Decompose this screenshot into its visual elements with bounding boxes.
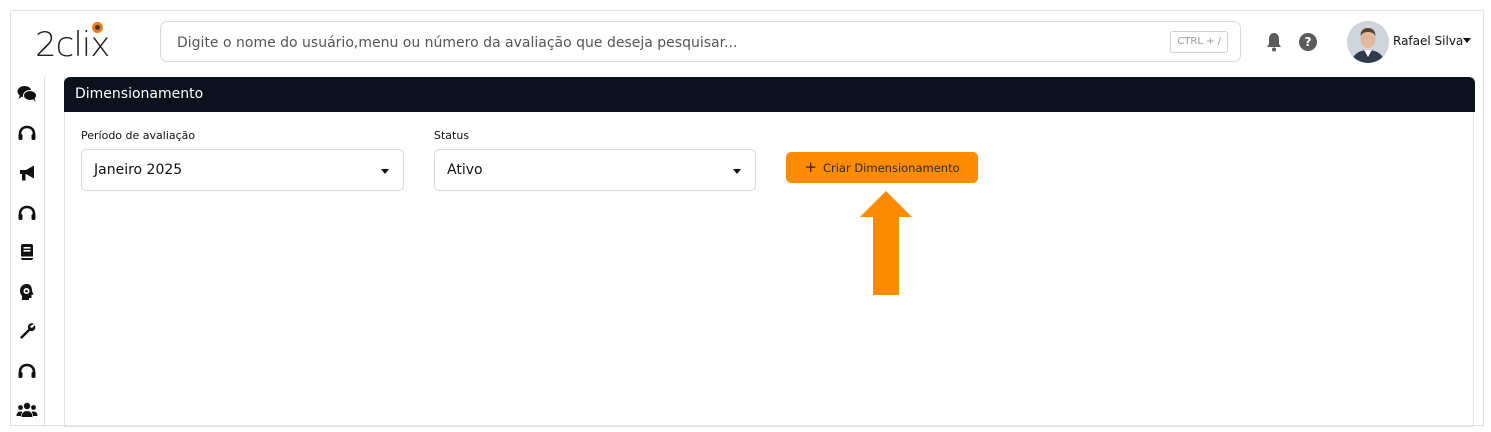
status-select[interactable]: Ativo [434, 149, 756, 191]
main-panel: Dimensionamento Período de avaliação Jan… [64, 77, 1475, 427]
status-label: Status [434, 129, 470, 142]
headphones-icon[interactable] [16, 202, 38, 224]
user-menu-caret-icon[interactable] [1463, 38, 1471, 43]
help-icon[interactable]: ? [1299, 33, 1317, 51]
book-icon[interactable] [16, 241, 38, 263]
period-select-value: Janeiro 2025 [94, 162, 183, 178]
create-dimensionamento-button[interactable]: + Criar Dimensionamento [786, 152, 978, 183]
create-button-label: Criar Dimensionamento [822, 160, 960, 175]
orange-arrow-annotation [860, 191, 912, 295]
avatar[interactable] [1347, 21, 1389, 63]
app-window: 2clix CTRL + / ? Rafael Silva [10, 10, 1484, 427]
notification-bell-icon[interactable] [1264, 31, 1284, 53]
page-title: Dimensionamento [75, 86, 204, 102]
logo-dot-icon [92, 22, 103, 33]
users-icon[interactable] [16, 399, 38, 421]
logo[interactable]: 2clix [35, 21, 125, 65]
chevron-down-icon [381, 169, 389, 174]
user-name[interactable]: Rafael Silva [1393, 34, 1463, 48]
period-select[interactable]: Janeiro 2025 [81, 149, 404, 191]
period-label: Período de avaliação [81, 129, 196, 142]
plus-icon: + [804, 158, 817, 176]
chevron-down-icon [733, 169, 741, 174]
wrench-icon[interactable] [16, 320, 38, 342]
search-input[interactable] [175, 22, 1159, 63]
top-bar: 2clix CTRL + / ? Rafael Silva [11, 11, 1483, 77]
panel-header: Dimensionamento [64, 77, 1475, 112]
headphones-icon[interactable] [16, 360, 38, 382]
search-bar: CTRL + / [160, 21, 1241, 63]
megaphone-icon[interactable] [16, 162, 38, 184]
shortcut-hint: CTRL + / [1170, 31, 1228, 53]
head-gear-icon[interactable] [16, 281, 38, 303]
headphones-icon[interactable] [16, 122, 38, 144]
comments-icon[interactable] [16, 83, 38, 105]
sidebar [11, 77, 45, 427]
status-select-value: Ativo [447, 162, 483, 178]
